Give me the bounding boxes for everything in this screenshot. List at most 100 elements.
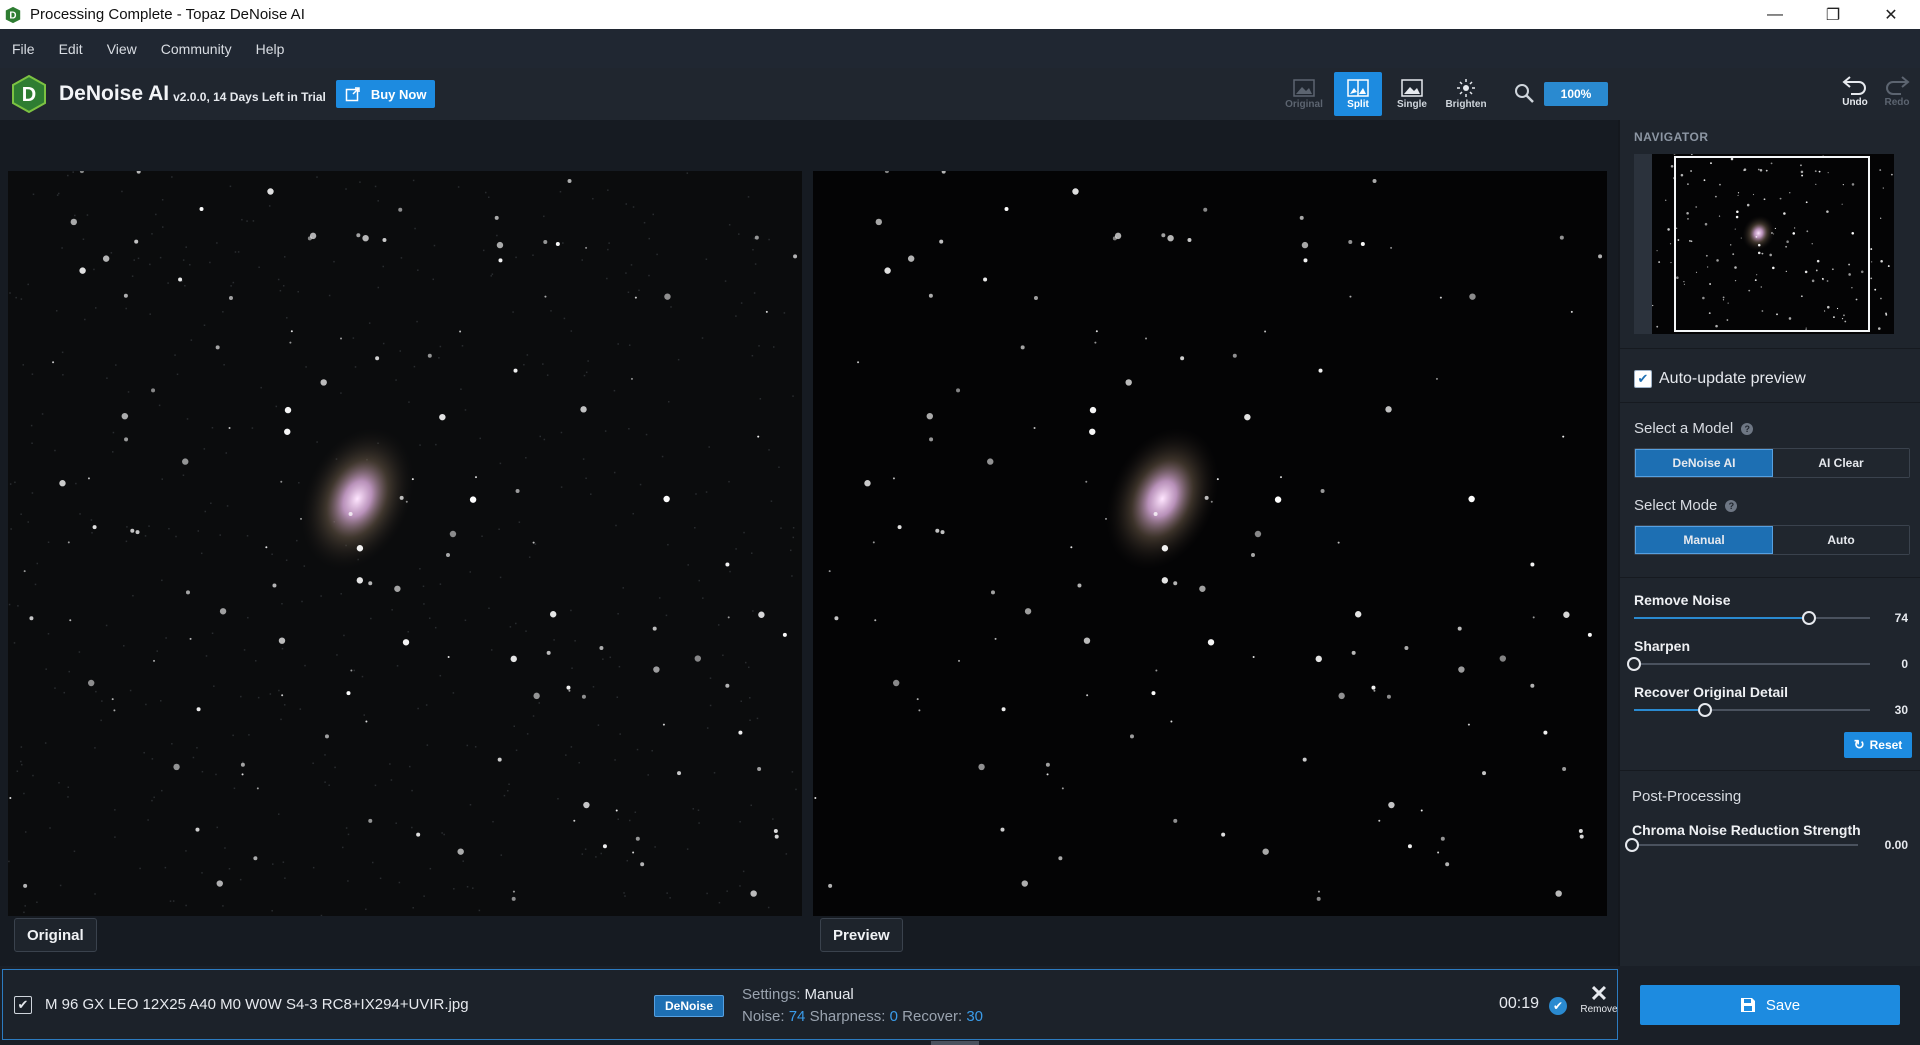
noise-speck — [768, 238, 770, 241]
file-row[interactable]: ✔ M 96 GX LEO 12X25 A40 M0 W0W S4-3 RC8+… — [2, 969, 1618, 1040]
noise-speck — [54, 449, 56, 452]
menu-view[interactable]: View — [107, 41, 137, 57]
star — [350, 669, 353, 672]
star — [511, 896, 516, 901]
noise-speck — [219, 534, 221, 536]
star — [134, 239, 139, 244]
noise-speck — [147, 819, 149, 821]
sharpen-track[interactable] — [1627, 657, 1870, 671]
undo-button[interactable]: Undo — [1835, 73, 1875, 117]
noise-speck — [257, 696, 260, 699]
redo-label: Redo — [1884, 97, 1910, 108]
star — [929, 437, 934, 442]
auto-update-checkbox[interactable]: ✔ — [1634, 370, 1652, 388]
mode-auto-button[interactable]: Auto — [1773, 526, 1909, 554]
star — [189, 637, 192, 640]
help-icon[interactable]: ? — [1725, 499, 1738, 512]
select-mode-heading: Select Mode ? — [1634, 497, 1738, 514]
original-image[interactable] — [8, 171, 802, 916]
chroma-noise-track[interactable] — [1625, 838, 1858, 852]
model-denoise-ai-button[interactable]: DeNoise AI — [1635, 449, 1773, 477]
star — [130, 528, 135, 533]
sharpen-handle[interactable] — [1627, 657, 1641, 671]
noise-speck — [283, 256, 286, 258]
star — [512, 890, 515, 893]
star — [814, 796, 817, 799]
menu-file[interactable]: File — [12, 41, 35, 57]
redo-button[interactable]: Redo — [1877, 73, 1917, 117]
menu-help[interactable]: Help — [256, 41, 285, 57]
noise-speck — [299, 708, 302, 710]
star — [515, 488, 520, 493]
noise-speck — [742, 870, 745, 873]
buy-now-button[interactable]: Buy Now — [335, 80, 436, 108]
noise-speck — [507, 789, 509, 792]
remove-noise-track[interactable] — [1634, 611, 1870, 625]
mode-manual-button[interactable]: Manual — [1635, 526, 1773, 554]
scrollbar-thumb[interactable] — [931, 1041, 979, 1045]
noise-speck — [743, 531, 745, 534]
star — [640, 862, 645, 867]
save-button[interactable]: Save — [1640, 985, 1900, 1025]
remove-noise-handle[interactable] — [1801, 611, 1816, 625]
navigator-viewport-frame[interactable] — [1674, 156, 1870, 332]
noise-speck — [748, 666, 750, 669]
noise-speck — [336, 654, 338, 656]
star — [580, 406, 587, 413]
star — [892, 679, 900, 687]
noise-speck — [47, 633, 50, 635]
zoom-level[interactable]: 100% — [1544, 82, 1608, 106]
zoom-icon[interactable] — [1513, 82, 1535, 104]
recover-detail-handle[interactable] — [1697, 703, 1712, 717]
noise-speck — [665, 614, 668, 617]
noise-speck — [407, 631, 409, 633]
menu-edit[interactable]: Edit — [59, 41, 83, 57]
noise-speck — [656, 253, 658, 256]
file-checkbox[interactable]: ✔ — [14, 996, 32, 1014]
noise-speck — [363, 714, 366, 716]
star — [498, 258, 503, 263]
noise-speck — [417, 707, 419, 710]
auto-update-preview[interactable]: ✔ Auto-update preview — [1634, 370, 1806, 388]
noise-speck — [20, 513, 22, 515]
chroma-noise-handle[interactable] — [1625, 838, 1639, 852]
recover-detail-track[interactable] — [1634, 703, 1870, 717]
noise-speck — [286, 317, 288, 319]
maximize-button[interactable]: ❐ — [1804, 0, 1862, 29]
noise-speck — [740, 700, 742, 703]
noise-speck — [114, 809, 116, 811]
noise-speck — [570, 746, 573, 748]
noise-speck — [462, 860, 464, 862]
noise-speck — [443, 833, 445, 836]
minimize-button[interactable]: — — [1746, 0, 1804, 29]
navigator[interactable] — [1634, 154, 1894, 334]
view-brighten-button[interactable]: Brighten — [1442, 72, 1490, 116]
star — [1555, 890, 1562, 897]
noise-speck — [158, 404, 161, 407]
noise-speck — [500, 854, 503, 856]
model-ai-clear-button[interactable]: AI Clear — [1773, 449, 1909, 477]
noise-speck — [490, 649, 493, 651]
star — [284, 428, 291, 435]
menu-community[interactable]: Community — [161, 41, 232, 57]
noise-speck — [792, 536, 795, 539]
help-icon[interactable]: ? — [1741, 422, 1754, 435]
noise-speck — [27, 521, 29, 523]
recover-value: 30 — [966, 1008, 984, 1025]
star — [241, 773, 244, 776]
close-button[interactable]: ✕ — [1862, 0, 1920, 29]
remove-button[interactable]: ✕ Remove — [1579, 983, 1619, 1016]
star — [874, 619, 877, 622]
noise-speck — [203, 324, 206, 327]
view-original-button[interactable]: Original — [1280, 72, 1328, 116]
view-single-button[interactable]: Single — [1388, 72, 1436, 116]
noise-speck — [44, 742, 47, 744]
preview-image[interactable] — [813, 171, 1607, 916]
noise-speck — [298, 482, 300, 484]
view-split-button[interactable]: Split — [1334, 72, 1382, 116]
noise-speck — [752, 610, 754, 612]
star — [87, 477, 90, 480]
reset-button[interactable]: ↻ Reset — [1844, 732, 1912, 758]
noise-speck — [464, 409, 467, 411]
noise-speck — [334, 766, 336, 769]
